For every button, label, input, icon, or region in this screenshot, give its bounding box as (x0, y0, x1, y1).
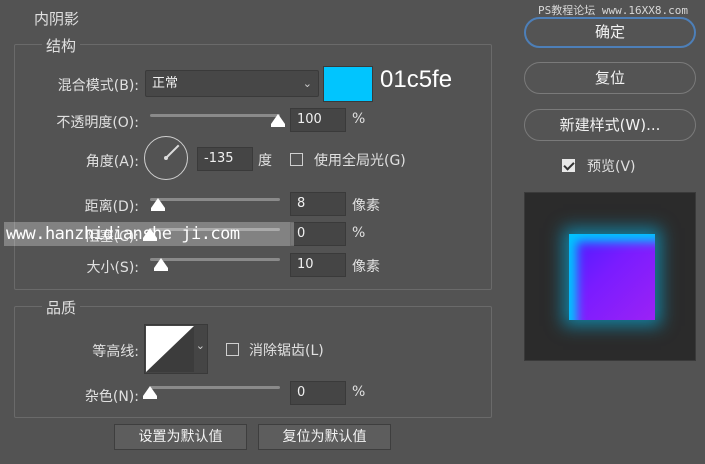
antialias-label[interactable]: 消除锯齿(L) (249, 340, 324, 360)
watermark-top: PS教程论坛 www.16XX8.com (538, 4, 688, 17)
size-label: 大小(S): (86, 260, 139, 276)
reset-button[interactable]: 复位 (524, 62, 696, 94)
blend-mode-label: 混合模式(B): (57, 78, 139, 94)
contour-picker[interactable]: ⌄ (144, 324, 208, 374)
blend-mode-value: 正常 (152, 76, 179, 91)
opacity-input[interactable]: 100 (290, 108, 346, 132)
choke-unit: % (352, 225, 366, 241)
size-slider-track[interactable] (150, 258, 280, 261)
noise-unit: % (352, 384, 366, 400)
distance-unit: 像素 (352, 198, 380, 214)
global-light-label[interactable]: 使用全局光(G) (314, 150, 406, 170)
chevron-down-icon: ⌄ (195, 339, 205, 352)
shadow-color-swatch[interactable] (323, 66, 373, 102)
opacity-slider-thumb[interactable] (271, 114, 285, 127)
structure-title: 结构 (42, 35, 81, 56)
ok-button[interactable]: 确定 (524, 17, 696, 48)
preview-label[interactable]: 预览(V) (587, 156, 636, 176)
preview-box (524, 192, 696, 361)
new-style-button[interactable]: 新建样式(W)... (524, 109, 696, 141)
angle-input[interactable]: -135 (197, 147, 253, 171)
angle-dial-center (164, 156, 168, 160)
noise-input[interactable]: 0 (290, 381, 346, 405)
distance-slider-thumb[interactable] (151, 198, 165, 211)
angle-unit: 度 (258, 153, 272, 169)
opacity-slider-track[interactable] (150, 114, 280, 117)
contour-preview-icon (146, 326, 194, 372)
preview-checkbox[interactable] (562, 159, 575, 172)
angle-dial[interactable] (144, 136, 188, 180)
distance-input[interactable]: 8 (290, 192, 346, 216)
distance-label: 距离(D): (84, 199, 139, 215)
blend-mode-select[interactable]: 正常 ⌄ (145, 70, 319, 97)
noise-slider-thumb[interactable] (143, 386, 157, 399)
size-unit: 像素 (352, 259, 380, 275)
preview-swatch (569, 234, 655, 320)
opacity-label: 不透明度(O): (56, 115, 139, 131)
angle-label: 角度(A): (85, 154, 139, 170)
distance-slider-track[interactable] (150, 198, 280, 201)
noise-label: 杂色(N): (84, 389, 139, 405)
global-light-checkbox[interactable] (290, 153, 303, 166)
reset-default-button[interactable]: 复位为默认值 (258, 424, 391, 450)
chevron-down-icon: ⌄ (302, 77, 312, 90)
watermark-mid-text: www.hanzhidianshe ji.com (6, 224, 240, 244)
choke-input[interactable]: 0 (290, 222, 346, 246)
quality-title: 品质 (42, 297, 81, 318)
size-input[interactable]: 10 (290, 253, 346, 277)
set-default-button[interactable]: 设置为默认值 (114, 424, 247, 450)
antialias-checkbox[interactable] (226, 343, 239, 356)
contour-label: 等高线: (92, 344, 139, 360)
noise-slider-track[interactable] (150, 386, 280, 389)
color-hex-label: 01c5fe (380, 66, 453, 93)
size-slider-thumb[interactable] (154, 258, 168, 271)
panel-title: 内阴影 (34, 10, 80, 28)
opacity-unit: % (352, 111, 366, 127)
